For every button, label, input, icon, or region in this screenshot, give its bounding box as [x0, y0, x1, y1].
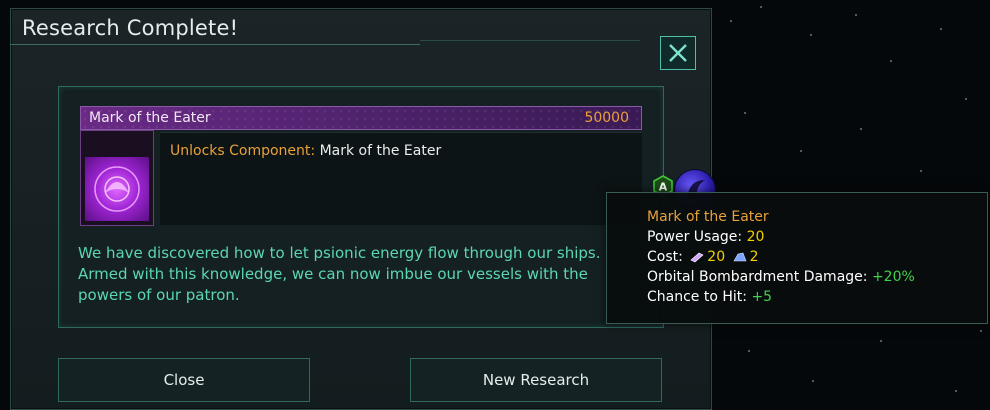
- star: [812, 380, 814, 382]
- star: [980, 330, 982, 332]
- tech-description: We have discovered how to let psionic en…: [78, 244, 601, 304]
- alloys-icon: [690, 252, 704, 263]
- title-divider: [10, 44, 420, 45]
- unlock-line: Unlocks Component: Mark of the Eater: [170, 143, 441, 159]
- star: [855, 14, 857, 16]
- tooltip-bombard-row: Orbital Bombardment Damage: +20%: [647, 267, 915, 287]
- close-icon: [669, 44, 687, 62]
- tooltip-content: Mark of the Eater Power Usage: 20 Cost: …: [647, 207, 915, 307]
- star: [744, 112, 746, 114]
- hit-chance-label: Chance to Hit:: [647, 289, 747, 305]
- star: [748, 350, 750, 352]
- component-tooltip: Mark of the Eater Power Usage: 20 Cost: …: [606, 192, 988, 324]
- unlock-label: Unlocks Component:: [170, 143, 316, 159]
- star: [880, 340, 882, 342]
- rare-crystal-icon: [733, 252, 747, 262]
- star: [810, 34, 812, 36]
- tech-icon: [80, 130, 154, 226]
- star: [760, 6, 762, 8]
- star: [730, 20, 732, 22]
- tech-header: Mark of the Eater 50000: [80, 106, 642, 130]
- cost-rare-value: 2: [749, 249, 759, 265]
- hit-chance-value: +5: [751, 289, 773, 305]
- tooltip-power-row: Power Usage: 20: [647, 227, 915, 247]
- star: [965, 98, 967, 100]
- tech-name: Mark of the Eater: [89, 110, 211, 126]
- cost-alloys-value: 20: [707, 249, 726, 265]
- tech-cost: 50000: [584, 110, 629, 126]
- close-dialog-button[interactable]: Close: [58, 358, 310, 402]
- dialog-title: Research Complete!: [22, 16, 239, 40]
- tech-body: Unlocks Component: Mark of the Eater A: [160, 132, 716, 225]
- tooltip-hit-row: Chance to Hit: +5: [647, 287, 915, 307]
- bombardment-value: +20%: [871, 269, 915, 285]
- psionic-sigil-glyph: [94, 166, 140, 212]
- cost-label: Cost:: [647, 249, 683, 265]
- star: [940, 28, 942, 30]
- unlock-value: Mark of the Eater: [319, 143, 442, 159]
- new-research-button[interactable]: New Research: [410, 358, 662, 402]
- title-divider: [420, 40, 640, 41]
- close-button[interactable]: [660, 36, 696, 70]
- bombardment-label: Orbital Bombardment Damage:: [647, 269, 868, 285]
- star: [920, 170, 922, 172]
- star: [890, 60, 892, 62]
- star: [800, 150, 802, 152]
- star: [955, 390, 957, 392]
- tooltip-title: Mark of the Eater: [647, 209, 769, 225]
- psionic-sigil-icon: [85, 157, 149, 221]
- power-usage-label: Power Usage:: [647, 229, 743, 245]
- tooltip-cost-row: Cost: 20 2: [647, 247, 915, 267]
- tech-card: Mark of the Eater 50000 Unlocks Componen…: [80, 106, 716, 226]
- star: [860, 128, 862, 130]
- power-usage-value: 20: [746, 229, 765, 245]
